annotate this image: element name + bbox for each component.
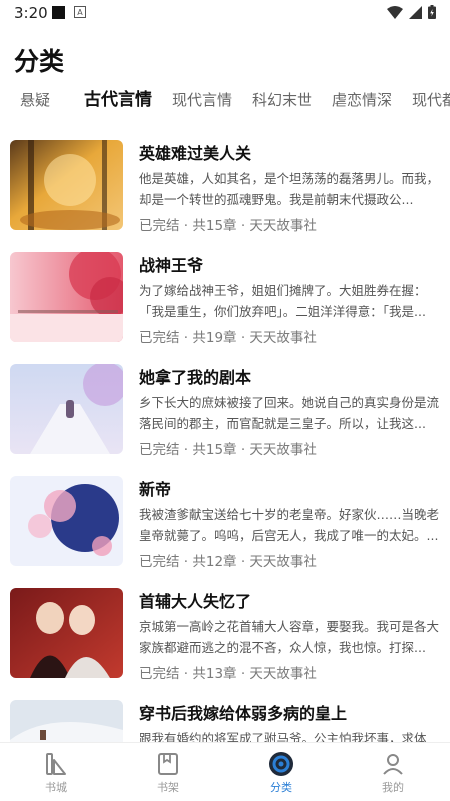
book-cover (10, 700, 123, 742)
page-title: 分类 (14, 47, 65, 76)
nav-label: 书城 (45, 781, 67, 794)
book-description: 为了嫁给战神王爷，姐姐们摊牌了。大姐胜券在握：「我是重生，你们放弃吧」。二姐洋洋… (139, 283, 427, 319)
signal-icon (409, 5, 422, 19)
status-time: 3:20 (14, 4, 48, 22)
nav-label: 我的 (382, 781, 404, 794)
book-list: 英雄难过美人关 他是英雄，人如其名，是个坦荡荡的磊落男儿。而我，却是一个转世的孤… (0, 138, 450, 742)
list-item[interactable]: 战神王爷 为了嫁给战神王爷，姐姐们摊牌了。大姐胜券在握：「我是重生，你们放弃吧」… (0, 250, 450, 362)
book-description: 跟我有婚约的将军成了驸马爷。公主怕我坏事，求体 (139, 731, 427, 742)
battery-icon (428, 5, 436, 19)
status-bar: 3:20 A (0, 0, 450, 26)
nav-category[interactable]: 分类 (251, 751, 311, 795)
tab-ancient-romance[interactable]: 古代言情 (84, 86, 152, 114)
book-cover (10, 588, 123, 678)
profile-icon (383, 754, 403, 775)
book-meta: 已完结 · 共19章 · 天天故事社 (139, 330, 317, 346)
book-cover (10, 140, 123, 230)
bottom-nav: 书城 书架 分类 我的 (0, 742, 450, 801)
tab-sad-romance[interactable]: 虐恋情深 (332, 86, 392, 114)
bookstore-icon (46, 753, 66, 775)
book-description: 乡下长大的庶妹被接了回来。她说自己的真实身份是流落民间的郡主，而官配就是三皇子。… (139, 395, 439, 431)
book-title: 她拿了我的剧本 (139, 368, 252, 387)
list-item[interactable]: 英雄难过美人关 他是英雄，人如其名，是个坦荡荡的磊落男儿。而我，却是一个转世的孤… (0, 138, 450, 250)
book-title: 首辅大人失忆了 (139, 592, 252, 611)
tab-modern-city[interactable]: 现代都 (412, 86, 450, 114)
book-meta: 已完结 · 共15章 · 天天故事社 (139, 218, 317, 234)
list-item[interactable]: 她拿了我的剧本 乡下长大的庶妹被接了回来。她说自己的真实身份是流落民间的郡主，而… (0, 362, 450, 474)
book-title: 英雄难过美人关 (139, 144, 252, 163)
wifi-icon (387, 5, 403, 19)
notification-square-icon (52, 6, 65, 19)
book-title: 新帝 (139, 480, 172, 499)
book-description: 我被渣爹献宝送给七十岁的老皇帝。好家伙……当晚老皇帝就薨了。呜呜，后宫无人，我成… (139, 507, 439, 543)
list-item[interactable]: 穿书后我嫁给体弱多病的皇上 跟我有婚约的将军成了驸马爷。公主怕我坏事，求体 (0, 698, 450, 742)
book-title: 穿书后我嫁给体弱多病的皇上 (139, 704, 348, 723)
book-description: 京城第一高岭之花首辅大人容章，要娶我。我可是各大家族都避而逃之的混不吝，众人惊，… (139, 619, 439, 655)
tab-scifi-apocalypse[interactable]: 科幻末世 (252, 86, 312, 114)
list-item[interactable]: 新帝 我被渣爹献宝送给七十岁的老皇帝。好家伙……当晚老皇帝就薨了。呜呜，后宫无人… (0, 474, 450, 586)
book-meta: 已完结 · 共13章 · 天天故事社 (139, 666, 317, 682)
tab-suspense[interactable]: 悬疑 (20, 86, 50, 114)
bookshelf-icon (158, 753, 178, 775)
tab-modern-romance[interactable]: 现代言情 (172, 86, 232, 114)
book-cover (10, 364, 123, 454)
category-icon (269, 752, 293, 776)
nav-label: 分类 (270, 781, 292, 794)
nav-profile[interactable]: 我的 (363, 751, 423, 795)
book-meta: 已完结 · 共15章 · 天天故事社 (139, 442, 317, 458)
status-icons (387, 5, 436, 19)
book-cover (10, 476, 123, 566)
category-tabs: 悬疑 古代言情 现代言情 科幻末世 虐恋情深 现代都 (0, 86, 450, 116)
nav-bookshelf[interactable]: 书架 (138, 751, 198, 795)
nav-label: 书架 (157, 781, 179, 794)
list-item[interactable]: 首辅大人失忆了 京城第一高岭之花首辅大人容章，要娶我。我可是各大家族都避而逃之的… (0, 586, 450, 698)
book-description: 他是英雄，人如其名，是个坦荡荡的磊落男儿。而我，却是一个转世的孤魂野鬼。我是前朝… (139, 171, 439, 207)
book-meta: 已完结 · 共12章 · 天天故事社 (139, 554, 317, 570)
nav-bookstore[interactable]: 书城 (26, 751, 86, 795)
a-badge-icon: A (74, 6, 86, 18)
book-title: 战神王爷 (139, 256, 204, 275)
book-cover (10, 252, 123, 342)
